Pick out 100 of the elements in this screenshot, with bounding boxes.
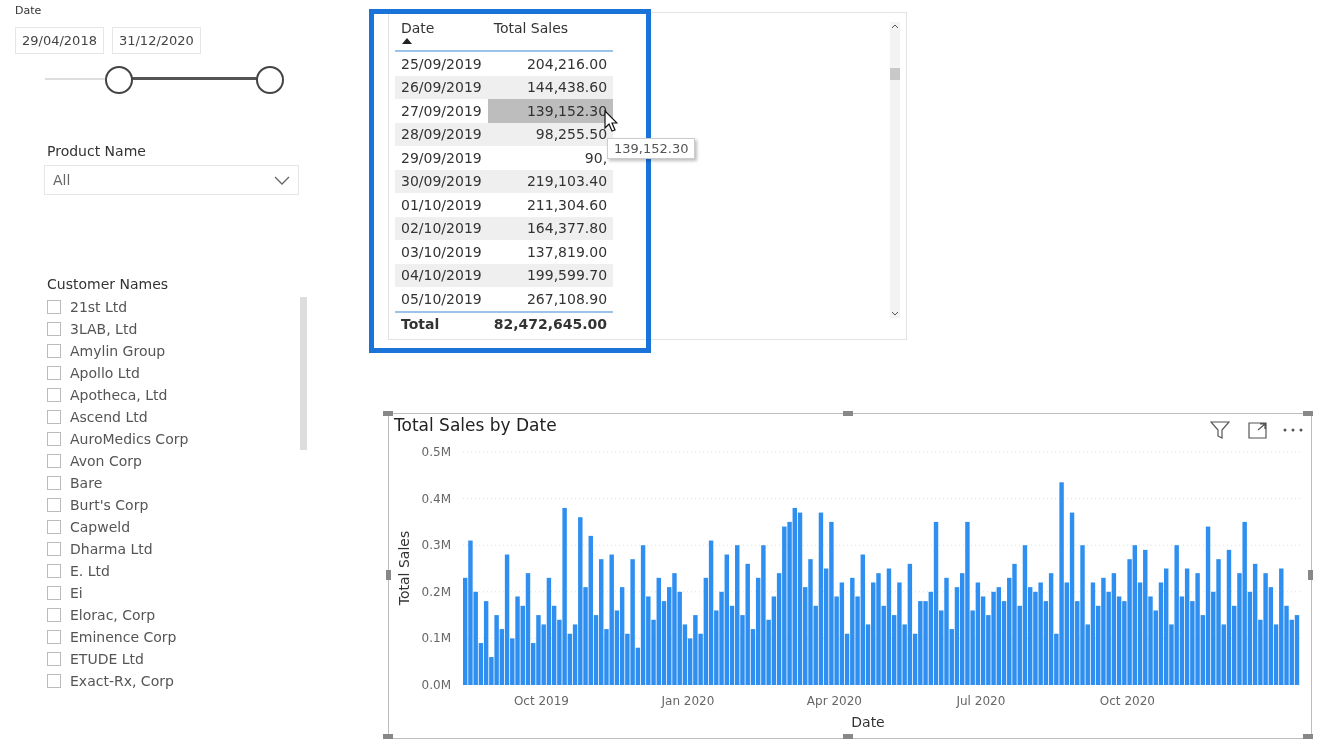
checkbox[interactable] xyxy=(47,366,61,380)
column-header[interactable]: Total Sales xyxy=(487,18,614,51)
resize-handle[interactable] xyxy=(1303,734,1313,739)
table-cell: 28/09/2019 xyxy=(395,122,488,146)
checkbox[interactable] xyxy=(47,520,61,534)
resize-handle[interactable] xyxy=(843,411,853,416)
checkbox[interactable] xyxy=(47,652,61,666)
table-cell: 164,377.80 xyxy=(487,216,614,240)
customer-name[interactable]: 3LAB, Ltd xyxy=(70,321,138,337)
checkbox[interactable] xyxy=(47,564,61,578)
customer-name[interactable]: Elorac, Corp xyxy=(70,607,156,623)
x-axis-label: Oct 2019 xyxy=(513,694,569,708)
checkbox[interactable] xyxy=(47,388,61,402)
bar xyxy=(886,568,892,685)
column-header[interactable]: Date xyxy=(395,18,488,51)
checkbox[interactable] xyxy=(47,300,61,314)
customer-name[interactable]: Capweld xyxy=(70,519,131,535)
customer-name[interactable]: Eminence Corp xyxy=(70,629,177,645)
checkbox[interactable] xyxy=(47,542,61,556)
table-cell: 199,599.70 xyxy=(487,263,614,287)
customer-name[interactable]: 21st Ltd xyxy=(70,299,128,315)
slider-thumb[interactable] xyxy=(105,66,134,94)
checkbox[interactable] xyxy=(47,344,61,358)
filter-icon[interactable] xyxy=(1210,421,1230,440)
customer-name[interactable]: Dharma Ltd xyxy=(70,541,153,557)
table-cell: 25/09/2019 xyxy=(395,51,488,76)
total-value: 82,472,645.00 xyxy=(487,311,614,336)
checkbox[interactable] xyxy=(47,454,61,468)
checkbox[interactable] xyxy=(47,432,61,446)
table-cell: 219,103.40 xyxy=(487,169,614,193)
x-axis-label: Jan 2020 xyxy=(661,694,715,708)
y-axis-label: 0.5M xyxy=(421,445,451,459)
checkbox[interactable] xyxy=(47,476,61,490)
checkbox[interactable] xyxy=(47,608,61,622)
end-date-field[interactable]: 31/12/2020 xyxy=(111,27,201,54)
resize-handle[interactable] xyxy=(383,734,393,739)
customer-name[interactable]: Apollo Ltd xyxy=(70,365,140,381)
customer-name[interactable]: Ei xyxy=(70,585,83,601)
focus-mode-icon[interactable] xyxy=(1248,422,1267,439)
table-cell: 30/09/2019 xyxy=(395,169,488,193)
table-cell: 05/10/2019 xyxy=(395,287,488,312)
customer-name[interactable]: ETUDE Ltd xyxy=(70,651,144,667)
resize-handle[interactable] xyxy=(843,734,853,739)
checkbox[interactable] xyxy=(47,630,61,644)
table-cell: 04/10/2019 xyxy=(395,263,488,287)
y-axis-title: Total Sales xyxy=(396,530,412,606)
sort-ascending-icon xyxy=(402,38,412,44)
more-options-icon[interactable] xyxy=(1283,428,1303,432)
customer-name[interactable]: AuroMedics Corp xyxy=(70,431,189,447)
resize-handle[interactable] xyxy=(1303,411,1313,416)
slicer-title: Product Name xyxy=(47,143,147,159)
customer-name[interactable]: Amylin Group xyxy=(70,343,166,359)
y-axis-label: 0.3M xyxy=(421,538,451,553)
bar xyxy=(1294,615,1300,685)
customer-name[interactable]: Ascend Ltd xyxy=(70,409,148,425)
customer-name[interactable]: Burt's Corp xyxy=(70,497,149,513)
customer-name[interactable]: Exact-Rx, Corp xyxy=(70,673,174,689)
resize-handle[interactable] xyxy=(383,411,393,416)
table-cell: 139,152.30 xyxy=(487,99,614,123)
chevron-down-icon xyxy=(274,175,290,185)
bar xyxy=(797,512,803,685)
slicer-title: Date xyxy=(15,4,42,17)
table-cell: 26/09/2019 xyxy=(395,75,488,99)
slicer-title: Customer Names xyxy=(47,276,170,292)
start-date-field[interactable]: 29/04/2018 xyxy=(15,27,104,54)
resize-handle[interactable] xyxy=(386,570,391,580)
checkbox[interactable] xyxy=(47,674,61,688)
x-axis-label: Apr 2020 xyxy=(806,694,862,708)
customer-name[interactable]: Bare xyxy=(70,475,103,491)
x-axis-label: Jul 2020 xyxy=(956,694,1006,708)
scroll-thumb[interactable] xyxy=(890,68,900,80)
table-cell: 27/09/2019 xyxy=(395,99,488,123)
customer-name[interactable]: Avon Corp xyxy=(70,453,142,469)
table-cell: 144,438.60 xyxy=(487,75,614,99)
x-axis-label: Oct 2020 xyxy=(1099,694,1155,708)
checkbox[interactable] xyxy=(47,322,61,336)
customer-name[interactable]: Apotheca, Ltd xyxy=(70,387,168,403)
table-cell: 03/10/2019 xyxy=(395,240,488,264)
scrollbar[interactable] xyxy=(890,22,900,318)
table-cell: 01/10/2019 xyxy=(395,193,488,217)
checkbox[interactable] xyxy=(47,586,61,600)
table-cell: 204,216.00 xyxy=(487,51,614,76)
bar xyxy=(933,521,939,685)
checkbox[interactable] xyxy=(47,410,61,424)
customer-name[interactable]: E. Ltd xyxy=(70,563,110,579)
scroll-down-icon[interactable] xyxy=(890,310,900,318)
y-axis-label: 0.4M xyxy=(421,491,451,506)
slider-thumb[interactable] xyxy=(256,66,284,94)
scrollbar[interactable] xyxy=(300,297,307,450)
bar xyxy=(1069,512,1075,685)
table-cell: 267,108.90 xyxy=(487,287,614,312)
resize-handle[interactable] xyxy=(1308,570,1313,580)
scroll-up-icon[interactable] xyxy=(890,22,900,30)
bar xyxy=(525,573,531,685)
checkbox[interactable] xyxy=(47,498,61,512)
product-dropdown[interactable]: All xyxy=(44,165,299,195)
tooltip: 139,152.30 xyxy=(607,138,696,159)
table-cell: 211,304.60 xyxy=(487,193,614,217)
y-axis-label: 0.2M xyxy=(421,584,451,599)
x-axis-title: Date xyxy=(851,714,885,730)
